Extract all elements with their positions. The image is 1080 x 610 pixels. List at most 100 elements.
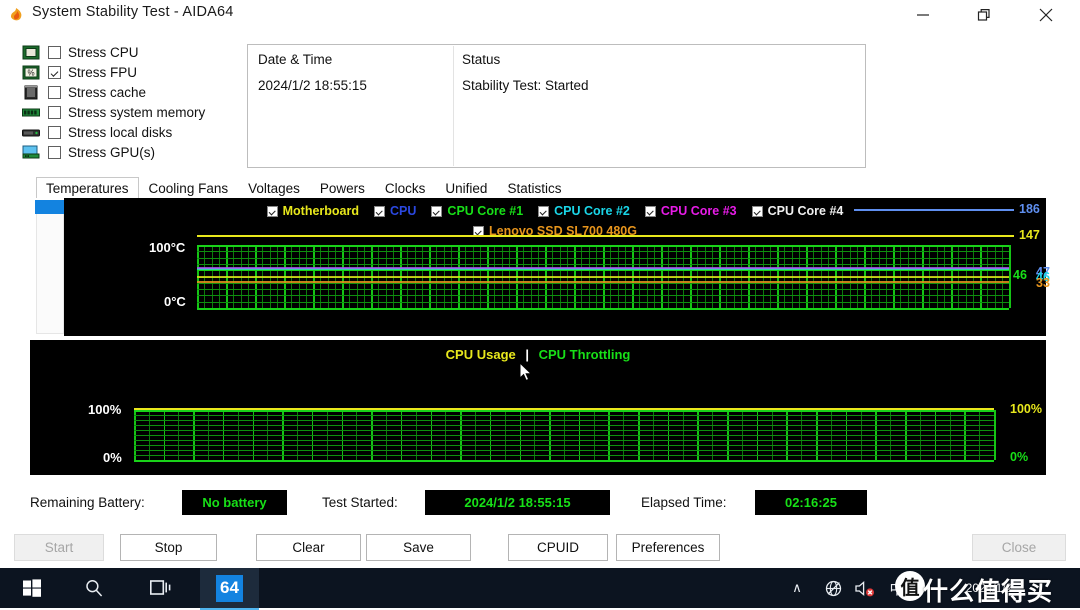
search-icon[interactable] xyxy=(70,568,118,608)
taskbar-clock[interactable]: 2024/1/2 xyxy=(944,568,1034,608)
ime-indicator[interactable]: 中 xyxy=(882,568,912,608)
tab-unified[interactable]: Unified xyxy=(435,177,497,198)
chart-scroll-thumb[interactable] xyxy=(35,200,65,214)
gridline-horizontal xyxy=(134,445,994,446)
log-cell-status: Stability Test: Started xyxy=(462,78,589,93)
gridline-horizontal xyxy=(134,435,994,436)
cpu-usage-chart: CPU Usage | CPU Throttling 100% 0% 100% … xyxy=(30,340,1046,475)
usage-axis-label-0: 0% xyxy=(103,450,122,465)
legend-checkbox-cpu-core-2[interactable] xyxy=(538,205,550,217)
window-title: System Stability Test - AIDA64 xyxy=(32,4,234,20)
series-lenovo-ssd xyxy=(197,281,1009,283)
gridline-horizontal xyxy=(134,415,994,416)
button-row: Start Stop Clear Save CPUID Preferences … xyxy=(0,534,1080,562)
gpu-monitor-icon xyxy=(22,145,40,160)
gridline-horizontal xyxy=(134,460,994,462)
stress-option-fpu[interactable]: % Stress FPU xyxy=(22,62,247,82)
legend-label-cpu-throttling[interactable]: CPU Throttling xyxy=(539,347,631,362)
stress-option-memory[interactable]: Stress system memory xyxy=(22,102,247,122)
legend-item-cpu-core-1[interactable]: CPU Core #1 xyxy=(431,204,523,218)
minimize-button[interactable] xyxy=(900,0,946,30)
cache-module-icon xyxy=(22,85,40,100)
test-started-label: Test Started: xyxy=(322,495,398,510)
elapsed-time-value: 02:16:25 xyxy=(784,495,838,510)
close-icon[interactable] xyxy=(1023,0,1069,30)
restore-button[interactable] xyxy=(961,0,1007,30)
stop-button[interactable]: Stop xyxy=(120,534,217,561)
checkbox-stress-disks[interactable] xyxy=(48,125,61,139)
stress-option-cache[interactable]: Stress cache xyxy=(22,82,247,102)
cpu-usage-legend: CPU Usage | CPU Throttling xyxy=(30,347,1046,362)
usage-right-label-0: 0% xyxy=(1010,450,1029,464)
tab-statistics[interactable]: Statistics xyxy=(497,177,571,198)
checkbox-stress-fpu[interactable] xyxy=(48,65,61,79)
chart-scroll-strip[interactable] xyxy=(35,200,65,334)
legend-item-motherboard[interactable]: Motherboard xyxy=(266,204,359,218)
save-button[interactable]: Save xyxy=(366,534,471,561)
legend-label: CPU Core #2 xyxy=(554,204,630,218)
network-disconnected-icon[interactable] xyxy=(818,568,848,608)
legend-item-cpu-core-3[interactable]: CPU Core #3 xyxy=(644,204,737,218)
event-log-panel[interactable]: Date & Time Status 2024/1/2 18:55:15 Sta… xyxy=(247,44,866,168)
series-cpu-core-3 xyxy=(197,267,1009,269)
legend-checkbox-cpu[interactable] xyxy=(374,205,386,217)
gridline-horizontal xyxy=(197,295,1009,297)
gridline-vertical xyxy=(994,410,996,460)
gridline-horizontal xyxy=(197,257,1009,259)
close-dialog-button[interactable]: Close xyxy=(972,534,1066,561)
legend-item-cpu-core-2[interactable]: CPU Core #2 xyxy=(538,204,630,218)
gridline-horizontal xyxy=(197,301,1009,303)
tab-powers[interactable]: Powers xyxy=(310,177,375,198)
legend-checkbox-cpu-core-3[interactable] xyxy=(644,205,656,217)
taskbar-aida64-app[interactable]: 64 xyxy=(200,568,259,608)
start-button[interactable]: Start xyxy=(14,534,104,561)
checkbox-stress-cache[interactable] xyxy=(48,85,61,99)
tray-chevron-glyph: ∧ xyxy=(792,580,802,595)
volume-muted-icon[interactable] xyxy=(850,568,880,608)
elapsed-time-label: Elapsed Time: xyxy=(641,495,727,510)
legend-item-cpu[interactable]: CPU xyxy=(374,204,416,218)
remaining-battery-value: No battery xyxy=(202,495,267,510)
marker-value-186: 186 xyxy=(1019,202,1040,216)
current-value-cpu-core-1: 46 xyxy=(1013,268,1027,282)
clear-button[interactable]: Clear xyxy=(256,534,361,561)
stress-option-disks[interactable]: Stress local disks xyxy=(22,122,247,142)
tab-clocks[interactable]: Clocks xyxy=(375,177,436,198)
cpuid-button[interactable]: CPUID xyxy=(508,534,608,561)
start-button-taskbar[interactable] xyxy=(8,568,56,608)
legend-label: CPU Core #4 xyxy=(767,204,844,218)
legend-label: CPU xyxy=(390,204,417,218)
preferences-button[interactable]: Preferences xyxy=(616,534,720,561)
temperatures-chart: Motherboard CPU CPU Core #1 CPU Core #2 … xyxy=(64,198,1050,336)
gridline-vertical xyxy=(1009,245,1011,308)
stress-option-label: Stress FPU xyxy=(68,64,138,80)
checkbox-stress-memory[interactable] xyxy=(48,105,61,119)
series-cpu-usage xyxy=(134,408,994,410)
marker-line-147 xyxy=(197,235,1014,237)
stress-option-label: Stress local disks xyxy=(68,124,173,140)
aida64-app-icon: 64 xyxy=(216,574,243,602)
legend-checkbox-motherboard[interactable] xyxy=(266,205,278,217)
tab-cooling-fans[interactable]: Cooling Fans xyxy=(139,177,239,198)
tab-temperatures[interactable]: Temperatures xyxy=(36,177,139,198)
tab-voltages[interactable]: Voltages xyxy=(238,177,310,198)
ime-label: 中 xyxy=(889,580,905,598)
stress-option-gpu[interactable]: Stress GPU(s) xyxy=(22,142,247,162)
checkbox-stress-cpu[interactable] xyxy=(48,45,61,59)
legend-label-cpu-usage[interactable]: CPU Usage xyxy=(446,347,516,362)
legend-checkbox-cpu-core-4[interactable] xyxy=(751,205,763,217)
stress-option-label: Stress system memory xyxy=(68,104,206,120)
test-started-value: 2024/1/2 18:55:15 xyxy=(464,495,571,510)
marker-line-186 xyxy=(854,209,1014,211)
mouse-cursor xyxy=(519,361,533,382)
legend-item-cpu-core-4[interactable]: CPU Core #4 xyxy=(751,204,844,218)
checkbox-stress-gpu[interactable] xyxy=(48,145,61,159)
gridline-horizontal xyxy=(197,251,1009,253)
test-started-value-box: 2024/1/2 18:55:15 xyxy=(425,490,610,515)
task-view-icon[interactable] xyxy=(137,568,185,608)
clock-date: 2024/1/2 xyxy=(965,580,1013,595)
legend-checkbox-cpu-core-1[interactable] xyxy=(431,205,443,217)
stress-option-cpu[interactable]: Stress CPU xyxy=(22,42,247,62)
cpu-chip-icon xyxy=(22,45,40,60)
tray-chevron-icon[interactable]: ∧ xyxy=(780,568,814,608)
